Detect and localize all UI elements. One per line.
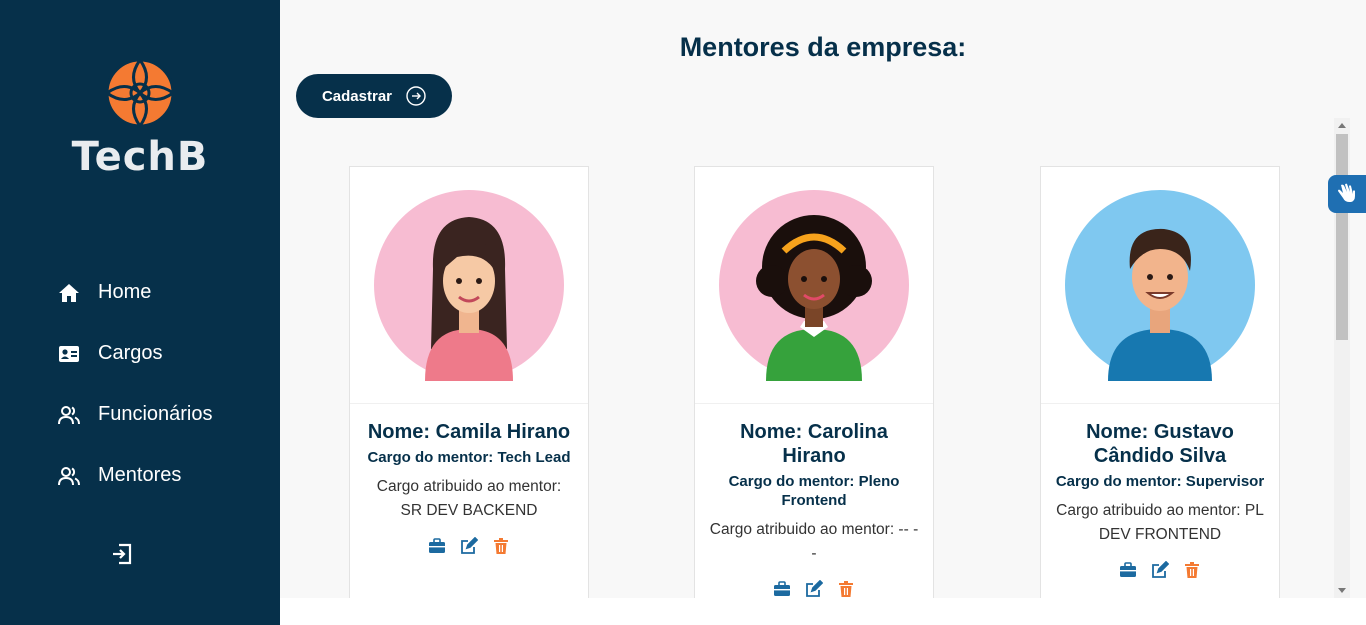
mentor-role: Cargo do mentor: Pleno Frontend bbox=[728, 473, 900, 509]
edit-icon[interactable] bbox=[1151, 561, 1169, 579]
sign-language-icon bbox=[1338, 183, 1355, 202]
trash-icon[interactable] bbox=[837, 580, 855, 598]
woman-avatar-icon bbox=[374, 190, 564, 381]
nav-item-label: Cargos bbox=[98, 342, 163, 364]
card-actions bbox=[1041, 561, 1279, 579]
content-bottom-edge bbox=[280, 598, 1366, 625]
mentor-avatar bbox=[695, 167, 933, 403]
register-button[interactable]: Cadastrar bbox=[296, 74, 452, 118]
mentor-card: Nome: Carolina Hirano Cargo do mentor: P… bbox=[694, 166, 934, 598]
nav-item-label: Mentores bbox=[98, 464, 182, 486]
woman-curly-avatar-icon bbox=[719, 190, 909, 381]
card-actions bbox=[350, 537, 588, 555]
mentor-card: Nome: Gustavo Cândido Silva Cargo do men… bbox=[1040, 166, 1280, 598]
main-content: Mentores da empresa: Cadastrar Nome: Cam… bbox=[280, 0, 1366, 625]
arrow-right-circle-icon bbox=[406, 86, 426, 106]
mentors-list[interactable]: Nome: Camila Hirano Cargo do mentor: Tec… bbox=[280, 118, 1366, 598]
mentor-assigned-role: Cargo atribuido ao mentor: -- -- bbox=[709, 521, 919, 562]
briefcase-icon[interactable] bbox=[1119, 561, 1137, 579]
scroll-down-icon[interactable] bbox=[1338, 588, 1346, 593]
edit-icon[interactable] bbox=[805, 580, 823, 598]
card-actions bbox=[695, 580, 933, 598]
home-icon bbox=[58, 282, 80, 304]
mentor-avatar bbox=[1041, 167, 1279, 403]
mentor-name: Nome: Carolina Hirano bbox=[740, 421, 888, 467]
briefcase-icon[interactable] bbox=[428, 537, 446, 555]
page-title: Mentores da empresa: bbox=[679, 32, 967, 62]
register-button-label: Cadastrar bbox=[321, 87, 393, 105]
app-logo: TechB bbox=[70, 58, 210, 180]
nav-item-mentores[interactable]: Mentores bbox=[58, 445, 213, 506]
nav-item-cargos[interactable]: Cargos bbox=[58, 323, 213, 384]
mentor-card: Nome: Camila Hirano Cargo do mentor: Tec… bbox=[349, 166, 589, 598]
mentor-role: Cargo do mentor: Supervisor bbox=[1055, 473, 1265, 490]
briefcase-icon[interactable] bbox=[773, 580, 791, 598]
mentor-avatar bbox=[350, 167, 588, 403]
logo-icon bbox=[105, 58, 175, 128]
man-avatar-icon bbox=[1065, 190, 1255, 381]
nav-item-funcionarios[interactable]: Funcionários bbox=[58, 384, 213, 445]
nav-item-label: Home bbox=[98, 281, 152, 303]
trash-icon[interactable] bbox=[1183, 561, 1201, 579]
scroll-up-icon[interactable] bbox=[1338, 123, 1346, 128]
mentor-role: Cargo do mentor: Tech Lead bbox=[367, 449, 571, 466]
mentor-assigned-role: Cargo atribuido ao mentor: SR DEV BACKEN… bbox=[376, 478, 562, 519]
logo-text: TechB bbox=[71, 134, 209, 180]
id-card-icon bbox=[58, 343, 80, 365]
mentor-name: Nome: Gustavo Cândido Silva bbox=[1086, 421, 1234, 467]
edit-icon[interactable] bbox=[460, 537, 478, 555]
users-icon bbox=[58, 404, 80, 426]
accessibility-libras-button[interactable] bbox=[1328, 175, 1366, 213]
nav-item-home[interactable]: Home bbox=[58, 262, 213, 323]
sidebar: TechB Home Cargos Funcionários Mentores bbox=[0, 0, 280, 625]
nav-item-label: Funcionários bbox=[98, 403, 213, 425]
logout-button[interactable] bbox=[110, 542, 134, 566]
trash-icon[interactable] bbox=[492, 537, 510, 555]
mentor-name: Nome: Camila Hirano bbox=[367, 421, 571, 443]
sidebar-nav: Home Cargos Funcionários Mentores bbox=[58, 262, 213, 506]
scrollbar-thumb[interactable] bbox=[1336, 134, 1348, 340]
users-icon bbox=[58, 465, 80, 487]
logout-icon bbox=[113, 543, 132, 565]
mentor-assigned-role: Cargo atribuido ao mentor: PL DEV FRONTE… bbox=[1056, 502, 1264, 543]
